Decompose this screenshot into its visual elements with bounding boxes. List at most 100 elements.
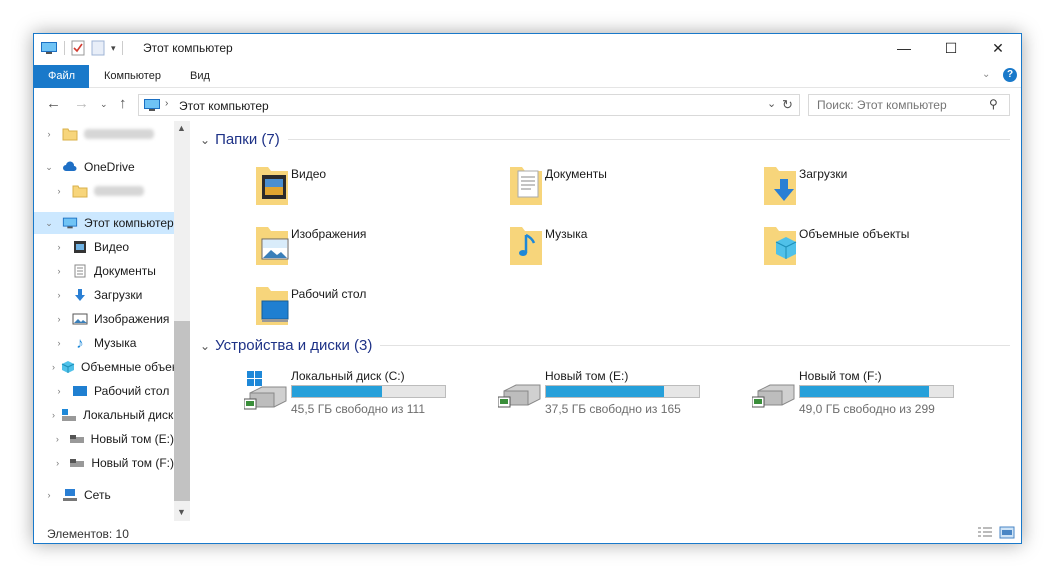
chevron-right-icon[interactable]: › xyxy=(52,314,66,324)
chevron-right-icon[interactable]: › xyxy=(52,410,55,420)
expand-ribbon-icon[interactable]: ⌄ xyxy=(982,69,990,80)
sidebar-item-label: Видео xyxy=(94,240,130,254)
computer-icon xyxy=(41,42,57,54)
videos-folder-icon xyxy=(256,167,288,205)
tab-file[interactable]: Файл xyxy=(34,65,89,88)
folder-desktop[interactable]: Рабочий стол xyxy=(234,281,474,333)
chevron-right-icon[interactable]: › xyxy=(52,458,63,468)
window-title: Этот компьютер xyxy=(143,41,233,55)
film-icon xyxy=(72,239,88,255)
blurred-label xyxy=(94,186,144,196)
tiles-view-icon[interactable] xyxy=(999,526,1015,539)
breadcrumb[interactable]: Этот компьютер xyxy=(179,99,269,113)
refresh-icon[interactable]: ↻ xyxy=(782,97,793,113)
hard-drive-icon xyxy=(752,384,795,408)
chevron-right-icon[interactable]: › xyxy=(52,186,66,196)
chevron-right-icon[interactable]: › xyxy=(52,242,66,252)
chevron-right-icon[interactable]: › xyxy=(52,266,66,276)
sidebar-item-desktop[interactable]: › Рабочий стол xyxy=(34,380,174,402)
details-view-icon[interactable] xyxy=(977,526,993,539)
navigation-pane: › ⌄ OneDrive › ⌄ Этот компьютер › Видео ›… xyxy=(34,121,190,521)
sidebar-item-drive-e[interactable]: › Новый том (E:) xyxy=(34,428,174,450)
search-input[interactable] xyxy=(817,98,987,112)
chevron-right-icon[interactable]: › xyxy=(42,490,56,500)
folder-music[interactable]: Музыка xyxy=(488,221,728,273)
chevron-right-icon[interactable]: › xyxy=(52,362,55,372)
sidebar-item-blurred-2[interactable]: › xyxy=(34,180,174,202)
sidebar-item-drive-c[interactable]: › Локальный диск (C:) xyxy=(34,404,174,426)
forward-arrow-icon[interactable]: → xyxy=(74,95,89,112)
sidebar-item-downloads[interactable]: › Загрузки xyxy=(34,284,174,306)
chevron-down-icon[interactable]: ⌄ xyxy=(42,218,56,229)
folder-label: Музыка xyxy=(545,227,588,241)
content-pane: ⌄ Папки (7) Видео Документы Загрузки Изо… xyxy=(194,121,1014,521)
sidebar-item-documents[interactable]: › Документы xyxy=(34,260,174,282)
folder-downloads[interactable]: Загрузки xyxy=(742,161,982,213)
folders-group-header[interactable]: ⌄ Папки (7) xyxy=(200,131,1010,148)
sidebar-item-drive-f[interactable]: › Новый том (F:) xyxy=(34,452,174,474)
nav-scrollbar[interactable]: ▲ ▼ xyxy=(174,121,190,521)
chevron-down-icon[interactable]: ⌄ xyxy=(42,162,56,173)
sidebar-item-network[interactable]: › Сеть xyxy=(34,484,174,506)
folder-documents[interactable]: Документы xyxy=(488,161,728,213)
sidebar-item-videos[interactable]: › Видео xyxy=(34,236,174,258)
drive-e[interactable]: Новый том (E:) 37,5 ГБ свободно из 165 xyxy=(488,369,728,419)
drives-group-header[interactable]: ⌄ Устройства и диски (3) xyxy=(200,337,1010,354)
downloads-folder-icon xyxy=(764,167,796,205)
scroll-up-icon[interactable]: ▲ xyxy=(177,123,186,133)
chevron-right-icon[interactable]: › xyxy=(52,386,66,396)
title-bar: ▾ Этот компьютер — ☐ ✕ xyxy=(34,34,1021,62)
sidebar-item-onedrive[interactable]: ⌄ OneDrive xyxy=(34,156,174,178)
drive-f[interactable]: Новый том (F:) 49,0 ГБ свободно из 299 xyxy=(742,369,982,419)
chevron-right-icon[interactable]: › xyxy=(52,338,66,348)
tab-view[interactable]: Вид xyxy=(176,65,224,88)
sidebar-item-label: Рабочий стол xyxy=(94,384,170,398)
sidebar-item-3d-objects[interactable]: › Объемные объекты xyxy=(34,356,174,378)
sidebar-item-music[interactable]: › ♪ Музыка xyxy=(34,332,174,354)
ribbon-tabs: Файл Компьютер Вид ⌄ ? xyxy=(34,62,1021,88)
sidebar-item-label: Этот компьютер xyxy=(84,216,174,230)
sidebar-item-label: Новый том (F:) xyxy=(91,456,174,470)
close-button[interactable]: ✕ xyxy=(975,34,1021,62)
hard-drive-icon xyxy=(498,384,541,408)
quick-access-toolbar: ▾ xyxy=(40,40,123,56)
search-box[interactable]: ⚲ xyxy=(808,94,1010,116)
new-folder-icon[interactable] xyxy=(91,40,105,56)
customize-qa-dropdown-icon[interactable]: ▾ xyxy=(111,43,116,54)
up-arrow-icon[interactable]: ↑ xyxy=(119,95,127,112)
folder-3d-objects[interactable]: Объемные объекты xyxy=(742,221,982,273)
back-arrow-icon[interactable]: ← xyxy=(46,95,61,112)
sidebar-item-label: Загрузки xyxy=(94,288,143,302)
help-icon[interactable]: ? xyxy=(1003,68,1017,82)
picture-icon xyxy=(72,311,88,327)
folder-videos[interactable]: Видео xyxy=(234,161,474,213)
music-folder-icon xyxy=(510,227,542,265)
sidebar-item-this-pc[interactable]: ⌄ Этот компьютер xyxy=(34,212,174,234)
cloud-icon xyxy=(62,159,78,175)
tab-computer[interactable]: Компьютер xyxy=(90,65,175,88)
folder-label: Объемные объекты xyxy=(799,227,910,241)
drive-free-space: 45,5 ГБ свободно из 111 xyxy=(291,402,426,416)
address-bar[interactable]: › Этот компьютер ⌄ ↻ xyxy=(138,94,800,116)
scrollbar-thumb[interactable] xyxy=(174,321,190,501)
address-dropdown-icon[interactable]: ⌄ xyxy=(767,97,776,110)
chevron-right-icon[interactable]: › xyxy=(52,290,66,300)
chevron-right-icon[interactable]: › xyxy=(52,434,63,444)
folder-label: Видео xyxy=(291,167,327,181)
recent-locations-icon[interactable]: ⌄ xyxy=(100,99,108,110)
maximize-button[interactable]: ☐ xyxy=(928,34,974,62)
drive-c[interactable]: Локальный диск (C:) 45,5 ГБ свободно из … xyxy=(234,369,474,419)
address-row: ← → ⌄ ↑ › Этот компьютер ⌄ ↻ ⚲ xyxy=(34,89,1021,121)
chevron-right-icon[interactable]: › xyxy=(42,129,56,139)
folder-pictures[interactable]: Изображения xyxy=(234,221,474,273)
3d-objects-folder-icon xyxy=(764,227,797,265)
sidebar-item-pictures[interactable]: › Изображения xyxy=(34,308,174,330)
music-note-icon: ♪ xyxy=(76,334,84,352)
hard-drive-icon xyxy=(69,431,85,447)
properties-icon[interactable] xyxy=(71,40,85,56)
sidebar-item-blurred-1[interactable]: › xyxy=(34,123,174,145)
scroll-down-icon[interactable]: ▼ xyxy=(177,507,186,517)
minimize-button[interactable]: — xyxy=(881,34,927,62)
download-arrow-icon xyxy=(72,287,88,303)
document-icon xyxy=(72,263,88,279)
